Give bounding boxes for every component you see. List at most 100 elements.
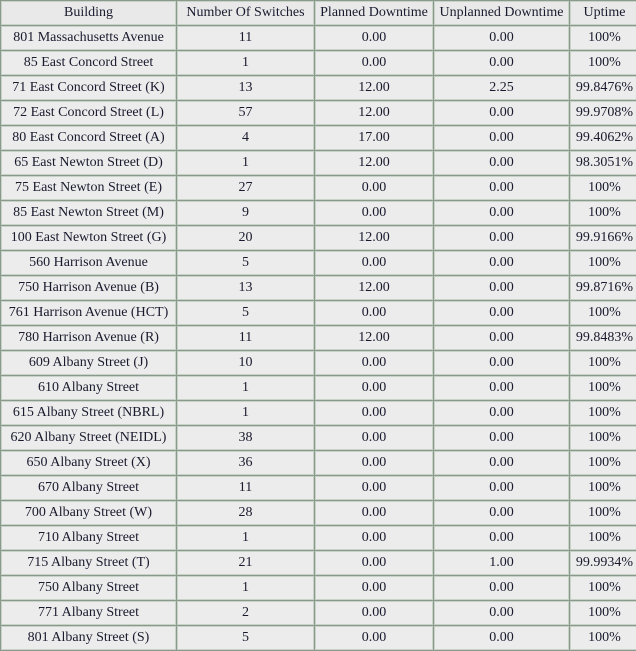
cell-unplanned-downtime: 0.00 (434, 201, 569, 225)
column-header-switches[interactable]: Number Of Switches (177, 1, 314, 25)
cell-number-of-switches: 4 (177, 126, 314, 150)
cell-unplanned-downtime: 0.00 (434, 226, 569, 250)
cell-number-of-switches: 11 (177, 476, 314, 500)
table-row[interactable]: 75 East Newton Street (E) 27 0.00 0.00 100% (1, 176, 636, 200)
cell-unplanned-downtime: 0.00 (434, 501, 569, 525)
cell-unplanned-downtime: 0.00 (434, 276, 569, 300)
cell-planned-downtime: 12.00 (315, 101, 433, 125)
cell-planned-downtime: 0.00 (315, 501, 433, 525)
cell-building: 670 Albany Street (1, 476, 176, 500)
cell-uptime: 100% (570, 576, 636, 600)
table-row[interactable]: 620 Albany Street (NEIDL) 38 0.00 0.00 100% (1, 426, 636, 450)
table-header-row: Building Number Of Switches Planned Down… (1, 1, 636, 25)
cell-unplanned-downtime: 0.00 (434, 626, 569, 650)
cell-unplanned-downtime: 0.00 (434, 251, 569, 275)
cell-planned-downtime: 12.00 (315, 276, 433, 300)
cell-number-of-switches: 9 (177, 201, 314, 225)
table-row[interactable]: 801 Massachusetts Avenue 11 0.00 0.00 100% (1, 26, 636, 50)
network-uptime-table: Building Number Of Switches Planned Down… (0, 0, 636, 651)
cell-unplanned-downtime: 0.00 (434, 451, 569, 475)
cell-planned-downtime: 12.00 (315, 226, 433, 250)
cell-unplanned-downtime: 0.00 (434, 426, 569, 450)
table-row[interactable]: 72 East Concord Street (L) 57 12.00 0.00 99.… (1, 101, 636, 125)
table-row[interactable]: 71 East Concord Street (K) 13 12.00 2.25 99.… (1, 76, 636, 100)
cell-building: 80 East Concord Street (A) (1, 126, 176, 150)
cell-number-of-switches: 27 (177, 176, 314, 200)
cell-building: 700 Albany Street (W) (1, 501, 176, 525)
cell-unplanned-downtime: 2.25 (434, 76, 569, 100)
cell-number-of-switches: 38 (177, 426, 314, 450)
cell-uptime: 99.8483% (570, 326, 636, 350)
cell-number-of-switches: 2 (177, 601, 314, 625)
column-header-unplanned-downtime[interactable]: Unplanned Downtime (434, 1, 569, 25)
table-row[interactable]: 560 Harrison Avenue 5 0.00 0.00 100% (1, 251, 636, 275)
cell-uptime: 100% (570, 601, 636, 625)
table-row[interactable]: 715 Albany Street (T) 21 0.00 1.00 99.9934% (1, 551, 636, 575)
cell-planned-downtime: 0.00 (315, 251, 433, 275)
table-row[interactable]: 80 East Concord Street (A) 4 17.00 0.00 99.4… (1, 126, 636, 150)
table-row[interactable]: 771 Albany Street 2 0.00 0.00 100% (1, 601, 636, 625)
cell-unplanned-downtime: 0.00 (434, 401, 569, 425)
table-row[interactable]: 85 East Concord Street 1 0.00 0.00 100% (1, 51, 636, 75)
table-header: Building Number Of Switches Planned Down… (1, 1, 636, 25)
column-header-planned-downtime[interactable]: Planned Downtime (315, 1, 433, 25)
table-row[interactable]: 615 Albany Street (NBRL) 1 0.00 0.00 100% (1, 401, 636, 425)
cell-planned-downtime: 12.00 (315, 76, 433, 100)
table-row[interactable]: 609 Albany Street (J) 10 0.00 0.00 100% (1, 351, 636, 375)
cell-building: 615 Albany Street (NBRL) (1, 401, 176, 425)
table-row[interactable]: 710 Albany Street 1 0.00 0.00 100% (1, 526, 636, 550)
column-header-building[interactable]: Building (1, 1, 176, 25)
cell-unplanned-downtime: 0.00 (434, 526, 569, 550)
cell-number-of-switches: 1 (177, 576, 314, 600)
cell-uptime: 100% (570, 351, 636, 375)
table-row[interactable]: 750 Harrison Avenue (B) 13 12.00 0.00 99.871… (1, 276, 636, 300)
cell-planned-downtime: 0.00 (315, 576, 433, 600)
table-row[interactable]: 65 East Newton Street (D) 1 12.00 0.00 98.30… (1, 151, 636, 175)
cell-planned-downtime: 0.00 (315, 526, 433, 550)
cell-planned-downtime: 12.00 (315, 326, 433, 350)
cell-number-of-switches: 11 (177, 326, 314, 350)
cell-number-of-switches: 13 (177, 276, 314, 300)
cell-uptime: 98.3051% (570, 151, 636, 175)
table-row[interactable]: 100 East Newton Street (G) 20 12.00 0.00 99.… (1, 226, 636, 250)
table-row[interactable]: 85 East Newton Street (M) 9 0.00 0.00 100% (1, 201, 636, 225)
table-row[interactable]: 750 Albany Street 1 0.00 0.00 100% (1, 576, 636, 600)
cell-building: 75 East Newton Street (E) (1, 176, 176, 200)
cell-building: 609 Albany Street (J) (1, 351, 176, 375)
cell-building: 715 Albany Street (T) (1, 551, 176, 575)
cell-number-of-switches: 1 (177, 151, 314, 175)
table-row[interactable]: 650 Albany Street (X) 36 0.00 0.00 100% (1, 451, 636, 475)
cell-uptime: 99.8716% (570, 276, 636, 300)
cell-planned-downtime: 0.00 (315, 351, 433, 375)
cell-building: 650 Albany Street (X) (1, 451, 176, 475)
table-row[interactable]: 801 Albany Street (S) 5 0.00 0.00 100% (1, 626, 636, 650)
cell-uptime: 100% (570, 401, 636, 425)
cell-uptime: 100% (570, 176, 636, 200)
cell-planned-downtime: 17.00 (315, 126, 433, 150)
cell-number-of-switches: 5 (177, 251, 314, 275)
cell-uptime: 100% (570, 476, 636, 500)
table-row[interactable]: 761 Harrison Avenue (HCT) 5 0.00 0.00 100% (1, 301, 636, 325)
cell-uptime: 100% (570, 51, 636, 75)
cell-number-of-switches: 13 (177, 76, 314, 100)
cell-uptime: 99.4062% (570, 126, 636, 150)
cell-unplanned-downtime: 0.00 (434, 176, 569, 200)
cell-uptime: 100% (570, 251, 636, 275)
table-row[interactable]: 700 Albany Street (W) 28 0.00 0.00 100% (1, 501, 636, 525)
cell-uptime: 99.9708% (570, 101, 636, 125)
cell-number-of-switches: 5 (177, 626, 314, 650)
cell-building: 801 Massachusetts Avenue (1, 26, 176, 50)
cell-building: 560 Harrison Avenue (1, 251, 176, 275)
cell-building: 100 East Newton Street (G) (1, 226, 176, 250)
cell-unplanned-downtime: 0.00 (434, 26, 569, 50)
cell-number-of-switches: 1 (177, 526, 314, 550)
cell-building: 65 East Newton Street (D) (1, 151, 176, 175)
cell-unplanned-downtime: 0.00 (434, 326, 569, 350)
cell-unplanned-downtime: 0.00 (434, 51, 569, 75)
cell-unplanned-downtime: 0.00 (434, 126, 569, 150)
table-row[interactable]: 670 Albany Street 11 0.00 0.00 100% (1, 476, 636, 500)
table-row[interactable]: 780 Harrison Avenue (R) 11 12.00 0.00 99.848… (1, 326, 636, 350)
column-header-uptime[interactable]: Uptime (570, 1, 636, 25)
table-row[interactable]: 610 Albany Street 1 0.00 0.00 100% (1, 376, 636, 400)
cell-uptime: 100% (570, 451, 636, 475)
